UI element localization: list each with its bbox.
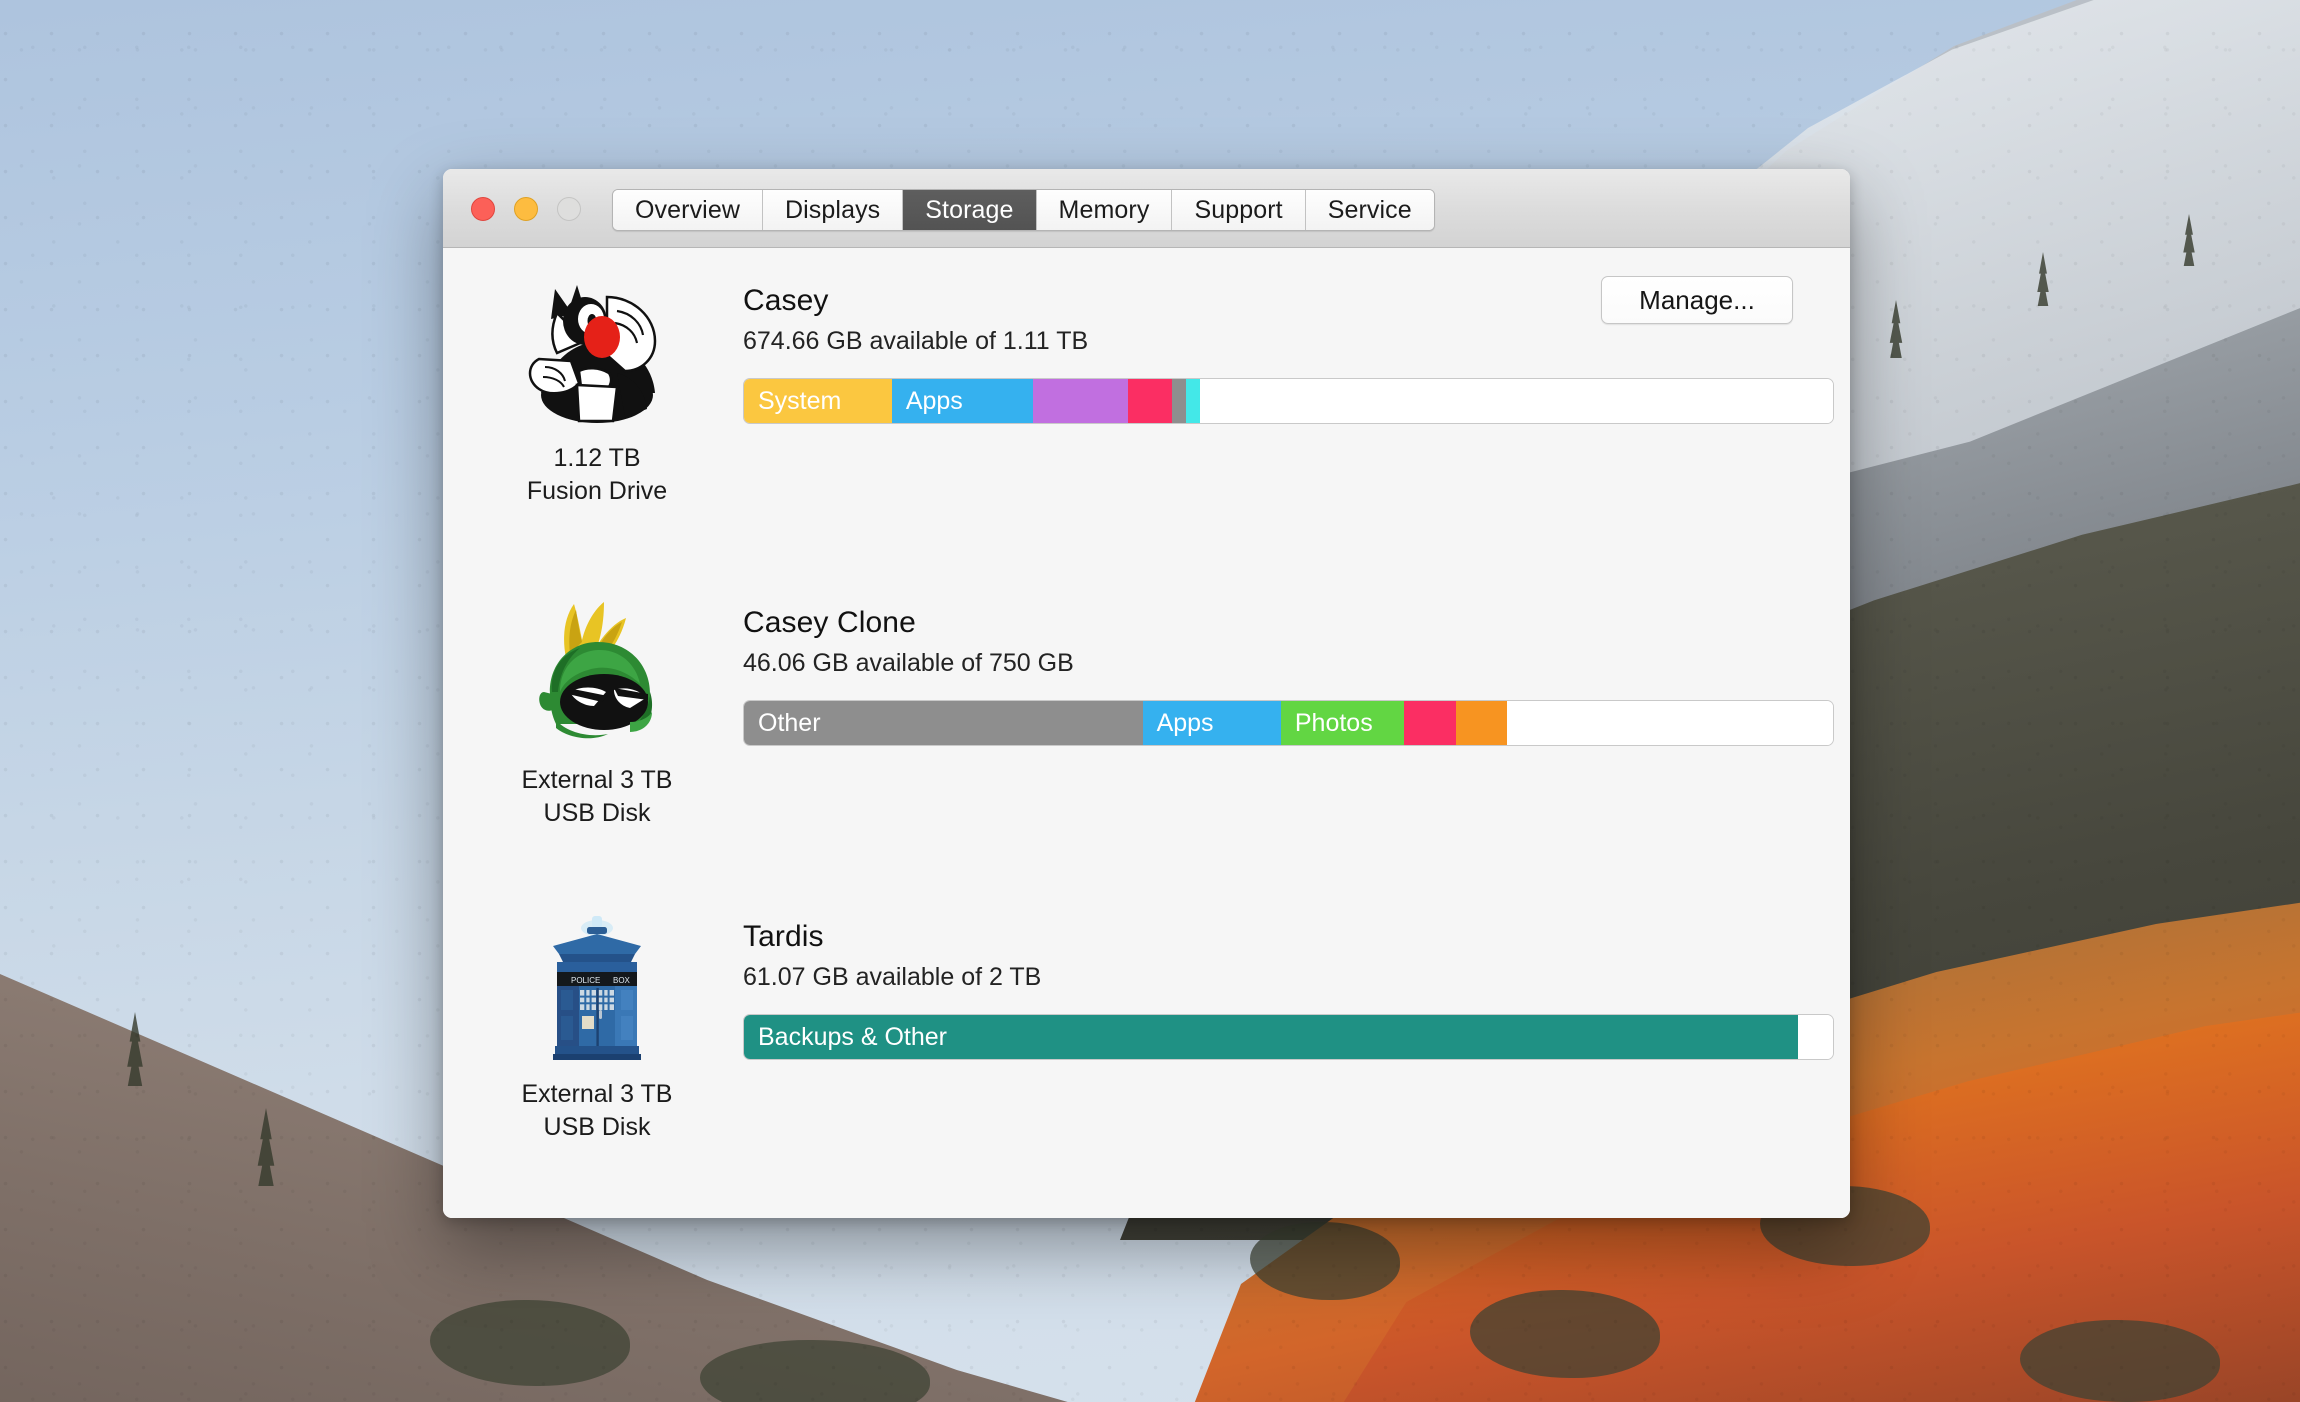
manage-button[interactable]: Manage...: [1601, 276, 1793, 324]
bar-segment-6: [1200, 379, 1833, 423]
bar-segment-backups-other: Backups & Other: [744, 1015, 1799, 1059]
bar-segment-photos: Photos: [1280, 701, 1404, 745]
drive-details: Casey 674.66 GB available of 1.11 TB Man…: [743, 276, 1850, 424]
tardis-police-box-icon: POLICE BOX: [471, 906, 723, 1066]
bar-segment-2: [1033, 379, 1128, 423]
tab-bar: Overview Displays Storage Memory Support…: [612, 189, 1435, 231]
drive-availability: 674.66 GB available of 1.11 TB: [743, 327, 1089, 355]
storage-bar-tardis: Backups & Other: [743, 1014, 1834, 1060]
drive-capacity-line2: USB Disk: [543, 1113, 651, 1142]
storage-bar-casey: System Apps: [743, 378, 1834, 424]
tab-support[interactable]: Support: [1172, 190, 1306, 230]
bar-segment-3: [1127, 379, 1173, 423]
drive-icon-column: POLICE BOX External 3 TB USB Disk: [471, 906, 723, 1145]
bar-segment-other: Other: [744, 701, 1143, 745]
bar-segment-apps: Apps: [891, 379, 1034, 423]
drive-details: Tardis 61.07 GB available of 2 TB Backup…: [743, 920, 1850, 1060]
storage-panel: 1.12 TB Fusion Drive Casey 674.66 GB ava…: [443, 248, 1850, 1218]
zoom-button-icon[interactable]: [557, 197, 581, 221]
tab-displays[interactable]: Displays: [763, 190, 904, 230]
drive-icon-column: External 3 TB USB Disk: [471, 592, 723, 831]
drive-capacity-line1: 1.12 TB: [553, 444, 641, 472]
drive-capacity-line1: External 3 TB: [521, 766, 673, 794]
drive-availability: 61.07 GB available of 2 TB: [743, 963, 1042, 991]
bar-segment-3: [1403, 701, 1457, 745]
drive-capacity-caption: External 3 TB USB Disk: [471, 764, 723, 831]
bar-segment-system: System: [744, 379, 892, 423]
tab-memory[interactable]: Memory: [1036, 190, 1173, 230]
drive-name: Casey Clone: [743, 606, 916, 639]
drive-capacity-line1: External 3 TB: [521, 1080, 673, 1108]
svg-text:POLICE: POLICE: [571, 976, 600, 985]
tab-overview[interactable]: Overview: [613, 190, 763, 230]
storage-bar-casey-clone: Other Apps Photos: [743, 700, 1834, 746]
drive-name: Tardis: [743, 920, 824, 953]
bar-segment-5: [1186, 379, 1201, 423]
bar-segment-apps: Apps: [1142, 701, 1281, 745]
close-button-icon[interactable]: [471, 197, 495, 221]
bar-segment-1: [1798, 1015, 1833, 1059]
bar-segment-5: [1507, 701, 1833, 745]
window-titlebar[interactable]: Overview Displays Storage Memory Support…: [443, 169, 1850, 248]
bar-segment-4: [1456, 701, 1508, 745]
tab-service[interactable]: Service: [1305, 190, 1434, 230]
traffic-light-group: [471, 197, 581, 221]
drive-capacity-caption: 1.12 TB Fusion Drive: [471, 442, 723, 509]
svg-text:BOX: BOX: [613, 976, 631, 985]
sylvester-cat-icon: [471, 270, 723, 430]
drive-availability: 46.06 GB available of 750 GB: [743, 649, 1074, 677]
about-this-mac-window: Overview Displays Storage Memory Support…: [443, 169, 1850, 1218]
drive-capacity-line2: USB Disk: [543, 799, 651, 828]
marvin-martian-icon: [471, 592, 723, 752]
drive-capacity-caption: External 3 TB USB Disk: [471, 1078, 723, 1145]
tab-storage[interactable]: Storage: [903, 190, 1037, 230]
drive-details: Casey Clone 46.06 GB available of 750 GB…: [743, 606, 1850, 746]
drive-capacity-line2: Fusion Drive: [526, 477, 668, 506]
drive-icon-column: 1.12 TB Fusion Drive: [471, 270, 723, 509]
bar-segment-4: [1172, 379, 1187, 423]
minimize-button-icon[interactable]: [514, 197, 538, 221]
